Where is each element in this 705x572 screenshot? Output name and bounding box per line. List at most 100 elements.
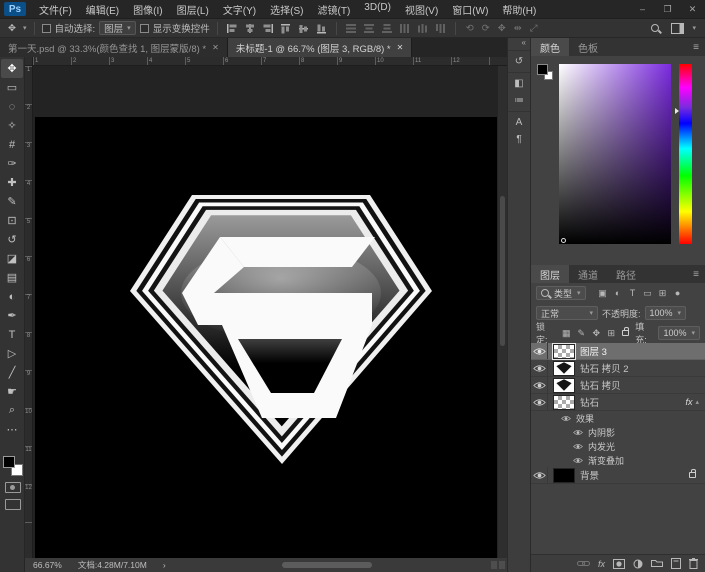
document-tab-1[interactable]: 第一天.psd @ 33.3%(颜色查找 1, 图层蒙版/8) * ✕ [0, 38, 228, 57]
hue-slider-marker[interactable] [675, 108, 679, 114]
3d-scale-icon[interactable]: ⤢ [527, 21, 541, 35]
menu-item[interactable]: 文字(Y) [216, 2, 263, 17]
distribute-middle-icon[interactable] [362, 21, 376, 35]
crop-tool[interactable]: # [1, 135, 23, 154]
hue-slider[interactable] [679, 64, 692, 244]
menu-item[interactable]: 滤镜(T) [311, 2, 358, 17]
layer-thumbnail[interactable] [553, 468, 575, 483]
healing-brush-tool[interactable]: ✚ [1, 173, 23, 192]
zoom-tool[interactable]: ⌕ [1, 401, 23, 420]
history-panel-icon[interactable]: ↺ [509, 53, 529, 70]
filter-pixel-icon[interactable]: ▣ [596, 286, 610, 300]
new-group-icon[interactable] [651, 559, 663, 568]
tool-preset-caret-icon[interactable]: ▾ [23, 24, 27, 32]
align-top-icon[interactable] [279, 21, 293, 35]
blend-mode-dropdown[interactable]: 正常 ▾ [536, 306, 598, 320]
effect-row-inner-shadow[interactable]: 内阴影 [531, 425, 705, 439]
menu-item[interactable]: 图像(I) [126, 2, 169, 17]
tab-close-icon[interactable]: ✕ [212, 43, 219, 52]
menu-item[interactable]: 编辑(E) [79, 2, 126, 17]
tab-paths[interactable]: 路径 [607, 265, 645, 283]
filter-adjustment-icon[interactable]: ◐ [611, 286, 625, 300]
close-button[interactable]: ✕ [680, 0, 705, 18]
quick-selection-tool[interactable]: ✧ [1, 116, 23, 135]
lock-artboard-icon[interactable]: ⊞ [604, 326, 618, 340]
saturation-brightness-picker[interactable] [559, 64, 671, 244]
distribute-bottom-icon[interactable] [380, 21, 394, 35]
brush-tool[interactable]: ✎ [1, 192, 23, 211]
align-center-h-icon[interactable] [243, 21, 257, 35]
line-tool[interactable]: ╱ [1, 363, 23, 382]
pen-tool[interactable]: ✒ [1, 306, 23, 325]
status-chevron-icon[interactable]: › [163, 560, 166, 570]
adjustment-layer-icon[interactable] [633, 559, 643, 569]
menu-item[interactable]: 文件(F) [32, 2, 79, 17]
toolbar-ellipsis[interactable]: ⋯ [1, 420, 23, 439]
tab-layers[interactable]: 图层 [531, 265, 569, 283]
visibility-toggle[interactable] [531, 343, 548, 359]
layer-row-zuanshi[interactable]: 钻石 fx ▴ [531, 394, 705, 411]
tab-close-icon[interactable]: ✕ [397, 43, 404, 52]
link-layers-icon[interactable] [577, 559, 590, 568]
menu-item[interactable]: 选择(S) [263, 2, 310, 17]
auto-select-checkbox[interactable] [42, 24, 51, 33]
visibility-toggle[interactable] [531, 360, 548, 376]
layer-thumbnail[interactable] [553, 361, 575, 376]
new-layer-icon[interactable] [671, 558, 681, 569]
fill-dropdown[interactable]: 100% ▾ [658, 326, 700, 340]
3d-orbit-icon[interactable]: ⟲ [463, 21, 477, 35]
layer-fx-badge[interactable]: fx ▴ [685, 397, 705, 407]
effect-row-gradient-overlay[interactable]: 渐变叠加 [531, 453, 705, 467]
3d-pan-icon[interactable]: ✥ [495, 21, 509, 35]
fx-collapse-icon[interactable]: ▴ [695, 398, 699, 406]
align-bottom-icon[interactable] [315, 21, 329, 35]
layer-thumbnail[interactable] [553, 344, 575, 359]
filter-smart-object-icon[interactable]: ⊞ [656, 286, 670, 300]
marquee-tool[interactable]: ▭ [1, 78, 23, 97]
gradient-tool[interactable]: ▤ [1, 268, 23, 287]
add-layer-style-icon[interactable]: fx [598, 559, 605, 569]
show-transform-checkbox[interactable] [140, 24, 149, 33]
filter-switch[interactable]: ● [671, 286, 685, 300]
hand-tool[interactable]: ☛ [1, 382, 23, 401]
3d-slide-icon[interactable]: ⇹ [511, 21, 525, 35]
layer-thumbnail[interactable] [553, 395, 575, 410]
document-tab-2[interactable]: 未标题-1 @ 66.7% (图层 3, RGB/8) * ✕ [228, 38, 413, 57]
layer-row-background[interactable]: 背景 [531, 467, 705, 484]
layer-row-zuanshi-kaobei[interactable]: 钻石 拷贝 [531, 377, 705, 394]
minimize-button[interactable]: – [630, 0, 655, 18]
visibility-toggle[interactable] [531, 467, 548, 483]
distribute-center-icon[interactable] [416, 21, 430, 35]
foreground-color-swatch[interactable] [3, 456, 15, 468]
workspace-switcher-icon[interactable] [670, 21, 684, 35]
menu-item[interactable]: 窗口(W) [445, 2, 495, 17]
search-icon[interactable] [648, 21, 662, 35]
3d-roll-icon[interactable]: ⟳ [479, 21, 493, 35]
layer-row-tuceng3[interactable]: 图层 3 [531, 343, 705, 360]
panel-menu-icon[interactable]: ≡ [687, 265, 705, 283]
vertical-scrollbar[interactable] [497, 66, 507, 558]
paragraph-panel-icon[interactable]: ¶ [509, 131, 529, 148]
properties-panel-icon[interactable]: ≔ [509, 92, 529, 109]
visibility-toggle[interactable] [531, 394, 548, 410]
align-right-icon[interactable] [261, 21, 275, 35]
filter-type-icon[interactable]: T [626, 286, 640, 300]
tab-channels[interactable]: 通道 [569, 265, 607, 283]
distribute-right-icon[interactable] [434, 21, 448, 35]
history-brush-tool[interactable]: ↺ [1, 230, 23, 249]
quick-mask-button[interactable] [5, 482, 21, 493]
filter-shape-icon[interactable]: ▭ [641, 286, 655, 300]
effects-header-row[interactable]: 效果 [531, 411, 705, 425]
menu-item[interactable]: 图层(L) [170, 2, 216, 17]
menu-item[interactable]: 帮助(H) [495, 2, 543, 17]
visibility-toggle[interactable] [531, 377, 548, 393]
screen-mode-button[interactable] [5, 499, 21, 510]
foreground-background-swatches[interactable] [2, 455, 24, 477]
lock-all-icon[interactable] [622, 330, 629, 336]
distribute-top-icon[interactable] [344, 21, 358, 35]
tab-color[interactable]: 颜色 [531, 38, 569, 56]
maximize-button[interactable]: ❐ [655, 0, 680, 18]
filter-type-dropdown[interactable]: 类型 ▾ [536, 286, 586, 300]
layer-row-zuanshi-kaobei2[interactable]: 钻石 拷贝 2 [531, 360, 705, 377]
path-selection-tool[interactable]: ▷ [1, 344, 23, 363]
